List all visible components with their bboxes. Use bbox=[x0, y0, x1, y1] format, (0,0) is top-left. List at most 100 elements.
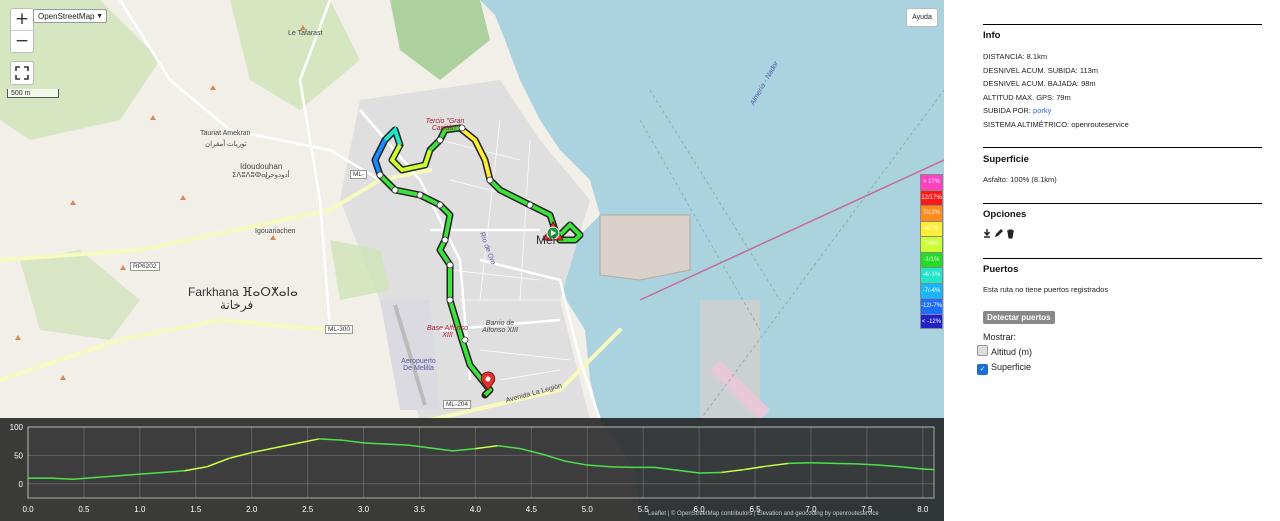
elevation-chart[interactable]: 0.0 0.5 1.0 1.5 2.0 2.5 3.0 3.5 4.0 4.5 5.0 5.5 6.0 6… bbox=[0, 418, 944, 521]
elevation-point bbox=[832, 462, 834, 464]
elevation-point bbox=[430, 447, 432, 449]
elevation-point bbox=[139, 473, 141, 475]
elevation-point bbox=[49, 477, 51, 479]
fullscreen-icon bbox=[15, 66, 29, 80]
elevation-point bbox=[810, 462, 812, 464]
elevation-point bbox=[72, 478, 74, 480]
puertos-text: Esta ruta no tiene puertos registrados bbox=[983, 285, 1109, 294]
elevation-point bbox=[519, 447, 521, 450]
elevation-point bbox=[362, 442, 365, 444]
map-label-tauriat: Tauriat Amekran bbox=[200, 130, 251, 137]
user-link[interactable]: porky bbox=[1033, 106, 1051, 115]
legend-item: 12/17% bbox=[920, 189, 943, 205]
slope-legend: > 17% 12/17% 7/12% 4/7% 1/4% -1/1% -4/-1% -7/-4… bbox=[920, 174, 943, 329]
map-label-idoudouhan: Idoudouhan bbox=[240, 162, 283, 171]
legend-item: -1/1% bbox=[920, 251, 943, 267]
x-tick-label: 4.0 bbox=[470, 505, 482, 514]
legend-item: > 17% bbox=[920, 174, 943, 190]
superficie-title: Superficie bbox=[983, 154, 1029, 165]
info-bajada: DESNIVEL ACUM. BAJADA: 98m bbox=[983, 79, 1096, 88]
elevation-point bbox=[385, 443, 387, 445]
info-sistema: SISTEMA ALTIMÉTRICO: openrouteservice bbox=[983, 120, 1129, 129]
y-tick-label: 50 bbox=[14, 451, 23, 460]
x-tick-label: 0.0 bbox=[22, 505, 34, 514]
info-subida: DESNIVEL ACUM. SUBIDA: 113m bbox=[983, 66, 1099, 75]
layer-select[interactable]: OpenStreetMap ▼ bbox=[33, 9, 107, 23]
elevation-point bbox=[206, 466, 208, 468]
info-subida-por: SUBIDA POR: porky bbox=[983, 106, 1052, 115]
elevation-point bbox=[340, 439, 342, 441]
chevron-down-icon: ▼ bbox=[96, 13, 103, 20]
fullscreen-button[interactable] bbox=[10, 61, 34, 85]
elevation-point bbox=[787, 462, 790, 464]
x-tick-label: 0.5 bbox=[78, 505, 90, 514]
elevation-point bbox=[452, 450, 454, 452]
mostrar-label: Mostrar: bbox=[983, 332, 1017, 342]
map-label-igouariachen: Igouariachen bbox=[255, 228, 296, 235]
elevation-point bbox=[609, 466, 611, 468]
altitud-checkbox-label: Altitud (m) bbox=[991, 347, 1033, 357]
x-tick-label: 2.0 bbox=[246, 505, 258, 514]
superficie-checkbox[interactable]: ✓ bbox=[977, 364, 988, 375]
x-tick-label: 3.0 bbox=[358, 505, 370, 514]
help-button[interactable]: Ayuda bbox=[906, 8, 938, 27]
map-label-tauriat-ar: توريات أمقران bbox=[205, 141, 247, 148]
elevation-point bbox=[586, 464, 588, 466]
trash-icon[interactable] bbox=[1007, 229, 1014, 239]
map-label-farkhana-ar: فرخانة bbox=[220, 298, 254, 312]
divider bbox=[983, 203, 1262, 204]
elevation-point bbox=[541, 453, 544, 455]
altitud-option: Altitud (m) bbox=[977, 345, 1032, 357]
download-icon[interactable] bbox=[983, 229, 991, 238]
map-scale: 500 m bbox=[7, 89, 59, 98]
legend-item: -4/-1% bbox=[920, 267, 943, 283]
elevation-point bbox=[474, 447, 477, 450]
puertos-title: Puertos bbox=[983, 264, 1019, 275]
x-tick-label: 8.0 bbox=[917, 505, 929, 514]
y-tick-label: 100 bbox=[10, 423, 24, 432]
elevation-point bbox=[698, 472, 700, 474]
elevation-point bbox=[676, 469, 678, 471]
superficie-row: Asfalto: 100% (8.1km) bbox=[983, 175, 1057, 184]
superficie-checkbox-label: Superficie bbox=[991, 362, 1032, 372]
elevation-point bbox=[183, 470, 186, 472]
y-tick-label: 0 bbox=[19, 480, 24, 489]
map-label-ml300: ML-300 bbox=[325, 325, 354, 334]
info-distancia: DISTANCIA: 8.1km bbox=[983, 52, 1048, 61]
elevation-point bbox=[318, 438, 320, 440]
elevation-point bbox=[743, 469, 745, 471]
map-label-melilla: Mel bbox=[536, 233, 556, 247]
elevation-line-segment bbox=[787, 462, 812, 465]
elevation-point bbox=[94, 476, 96, 479]
x-tick-label: 5.0 bbox=[582, 505, 594, 514]
map-label-idoudouhan-tif: ⵉⴷⵓⴷⵓⵀⴰⵏ bbox=[232, 172, 268, 179]
x-tick-label: 4.5 bbox=[526, 505, 538, 514]
elevation-point bbox=[407, 444, 409, 446]
elevation-point bbox=[27, 477, 29, 479]
map-label-ml204: ML-204 bbox=[443, 400, 472, 409]
zoom-control: + − bbox=[10, 8, 34, 53]
elevation-point bbox=[273, 447, 275, 449]
x-tick-label: 1.5 bbox=[190, 505, 202, 514]
map-label-aeropuerto: Aeropuerto De Melilla bbox=[401, 358, 436, 372]
zoom-in-button[interactable]: + bbox=[11, 9, 33, 30]
options-toolbar bbox=[983, 228, 1023, 240]
divider bbox=[983, 24, 1262, 25]
elevation-point bbox=[295, 442, 298, 445]
elevation-point bbox=[631, 466, 633, 468]
elevation-line-segment bbox=[698, 471, 723, 474]
detectar-puertos-button[interactable]: Detectar puertos bbox=[983, 311, 1055, 324]
elevation-point bbox=[922, 468, 924, 470]
altitud-checkbox[interactable] bbox=[977, 345, 988, 356]
map-label-base: Base Alfonso XIII bbox=[427, 325, 468, 339]
map-panel[interactable]: Le Tafarast Tauriat Amekran توريات أمقرا… bbox=[0, 0, 944, 521]
elevation-point bbox=[899, 466, 902, 468]
elevation-point bbox=[877, 464, 879, 466]
map-label-ml: ML- bbox=[350, 170, 368, 179]
map-label-tafarast: Le Tafarast bbox=[288, 30, 323, 37]
zoom-out-button[interactable]: − bbox=[11, 30, 33, 52]
superficie-option: ✓ Superficie bbox=[977, 362, 1031, 375]
elevation-point bbox=[564, 460, 566, 462]
edit-icon[interactable] bbox=[995, 229, 1003, 237]
elevation-point bbox=[653, 466, 655, 468]
